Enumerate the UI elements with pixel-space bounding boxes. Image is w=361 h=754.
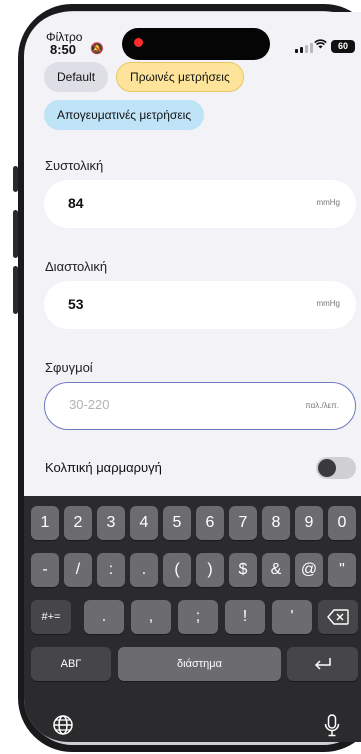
more-symbols-key[interactable]: #+= [31,600,71,634]
numeric-keyboard: 1 2 3 4 5 6 7 8 9 0- /:.() $ & @ " #+=.,;! ' ΑΒΓ διάστημα [24,496,361,742]
return-icon [314,658,331,670]
pulse-field[interactable]: 30-220 παλ./λεπ. [44,382,356,430]
key-4[interactable]: 5 [163,506,191,540]
key-symbol-0[interactable]: - [31,553,59,587]
systolic-value: 84 [68,195,84,211]
key-symbol-2[interactable]: : [97,553,125,587]
afib-toggle[interactable] [316,457,356,479]
key-1[interactable]: 2 [64,506,92,540]
key-punct-4[interactable]: ' [272,600,312,634]
key-punct-3[interactable]: ! [225,600,265,634]
toggle-knob [318,459,336,477]
diastolic-field[interactable]: 53 mmHg [44,281,356,329]
abc-key[interactable]: ΑΒΓ [31,647,111,681]
wifi-icon [314,39,327,52]
pulse-unit: παλ./λεπ. [305,401,339,410]
key-symbol-4[interactable]: ( [163,553,191,587]
silent-mode-icon: 🔕 [90,43,104,55]
space-key[interactable]: διάστημα [118,647,281,681]
afib-label: Κολπική μαρμαρυγή [45,460,162,475]
key-8[interactable]: 9 [295,506,323,540]
filter-chip-morning[interactable]: Πρωινές μετρήσεις [116,62,244,92]
key-5[interactable]: 6 [196,506,224,540]
filter-chip-default[interactable]: Default [44,62,109,92]
key-symbol-1[interactable]: / [64,553,92,587]
app-screen: Φίλτρο 8:50 🔕 60 Default Πρωινές μετρήσε… [24,12,361,742]
recording-indicator-icon [134,38,143,47]
diastolic-label: Διαστολική [45,259,108,274]
key-2[interactable]: 3 [97,506,125,540]
key-9[interactable]: 0 [328,506,356,540]
filter-chip-evening[interactable]: Απογευματινές μετρήσεις [44,100,205,130]
key-symbol-6[interactable]: $ [229,553,257,587]
key-symbol-9[interactable]: " [328,553,356,587]
key-punct-2[interactable]: ; [178,600,218,634]
key-symbol-3[interactable]: . [130,553,158,587]
key-7[interactable]: 8 [262,506,290,540]
key-punct-0[interactable]: . [84,600,124,634]
diastolic-value: 53 [68,296,84,312]
globe-icon[interactable] [52,714,74,742]
dynamic-island [122,28,270,60]
key-symbol-5[interactable]: ) [196,553,224,587]
pulse-label: Σφυγμοί [45,360,93,375]
return-key[interactable] [287,647,358,681]
diastolic-unit: mmHg [316,299,340,308]
key-symbol-7[interactable]: & [262,553,290,587]
microphone-icon[interactable] [324,714,340,742]
key-0[interactable]: 1 [31,506,59,540]
status-bar: Φίλτρο 8:50 🔕 60 [24,12,361,64]
key-punct-1[interactable]: , [131,600,171,634]
battery-icon: 60 [331,40,355,53]
systolic-field[interactable]: 84 mmHg [44,180,356,228]
key-3[interactable]: 4 [130,506,158,540]
systolic-label: Συστολική [45,158,104,173]
backspace-key[interactable] [318,600,358,634]
status-time: 8:50 [50,42,77,57]
filter-chips: Default Πρωινές μετρήσεις Απογευματινές … [44,62,344,130]
key-symbol-8[interactable]: @ [295,553,323,587]
key-6[interactable]: 7 [229,506,257,540]
systolic-unit: mmHg [316,198,340,207]
cellular-signal-icon [295,43,313,53]
backspace-icon [327,609,349,625]
pulse-placeholder: 30-220 [69,397,110,412]
